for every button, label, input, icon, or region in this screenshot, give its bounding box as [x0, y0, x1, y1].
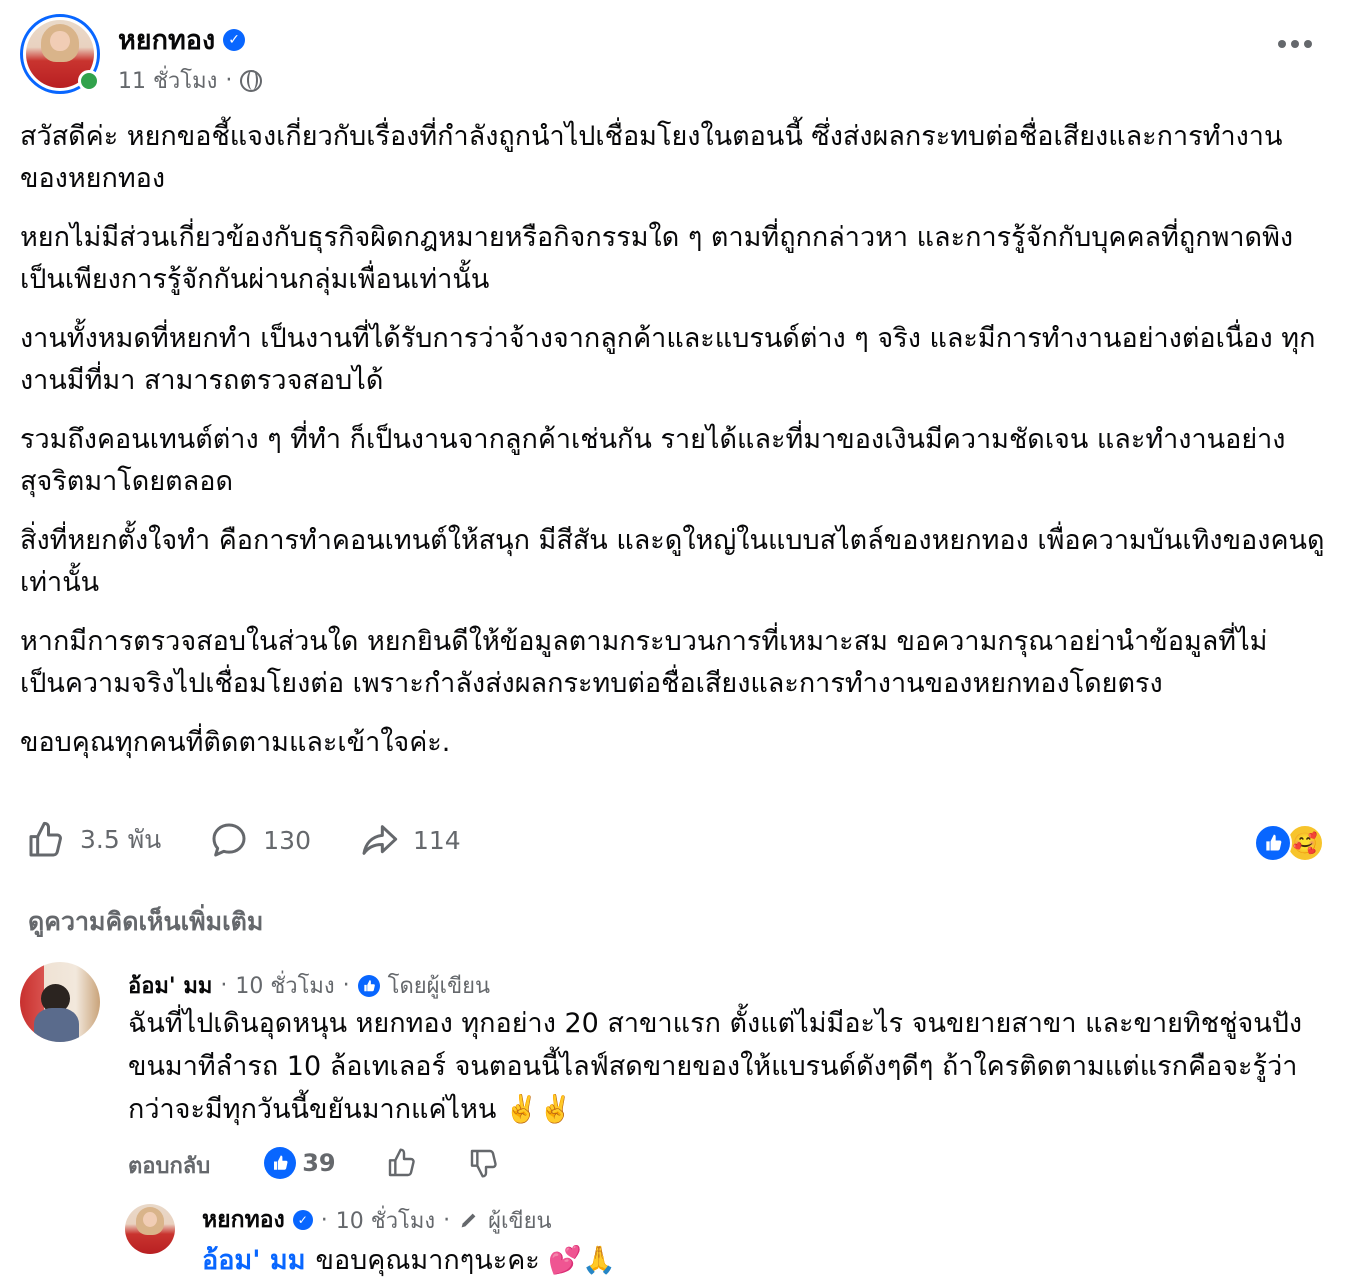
thumbs-up-icon — [29, 821, 62, 857]
share-count: 114 — [413, 825, 461, 855]
like-button[interactable]: 3.5 พัน — [26, 820, 161, 860]
comment-time[interactable]: 10 ชั่วโมง — [235, 968, 334, 1003]
comment-like-number: 39 — [302, 1148, 336, 1177]
reply-button[interactable]: ตอบกลับ — [128, 1142, 210, 1183]
meta-separator: · — [443, 1207, 451, 1233]
reply-author-name[interactable]: หยกทอง — [202, 1202, 285, 1238]
post-paragraph: สวัสดีค่ะ หยกขอชี้แจงเกี่ยวกับเรื่องที่ก… — [20, 121, 1283, 194]
meta-separator: · — [342, 973, 350, 998]
verified-badge-icon: ✓ — [292, 1210, 313, 1230]
comment-count: 130 — [263, 825, 311, 855]
post-paragraph: สิ่งที่หยกตั้งใจทำ คือการทำคอนเทนต์ให้สน… — [20, 525, 1325, 598]
author-badge-label: ผู้เขียน — [488, 1208, 552, 1234]
post-action-bar: 3.5 พัน 130 114 — [26, 820, 461, 860]
comment-actions: ตอบกลับ 39 — [128, 1142, 500, 1183]
comment-text: ฉันที่ไปเดินอุดหนุน หยกทอง ทุกอย่าง 20 ส… — [128, 1008, 1303, 1125]
more-options-button[interactable] — [1278, 40, 1312, 48]
verified-badge-icon: ✓ — [223, 28, 246, 51]
reply-time[interactable]: 10 ชั่วโมง — [336, 1203, 435, 1238]
dot-icon — [1291, 40, 1299, 48]
post-time[interactable]: 11 ชั่วโมง — [118, 63, 217, 98]
view-more-comments-link[interactable]: ดูความคิดเห็นเพิ่มเติม — [28, 902, 263, 942]
post-paragraph: ขอบคุณทุกคนที่ติดตามและเข้าใจค่ะ. — [20, 727, 451, 758]
post-paragraph: หยกไม่มีส่วนเกี่ยวข้องกับธุรกิจผิดกฎหมาย… — [20, 222, 1294, 295]
post-author-name[interactable]: หยกทอง — [118, 18, 215, 61]
meta-separator: · — [220, 973, 228, 998]
post-author-row: หยกทอง ✓ — [118, 18, 246, 61]
reply-text: อ้อม' มม ขอบคุณมากๆนะคะ 💕🙏 — [202, 1238, 616, 1281]
comment-bubble-icon — [212, 823, 246, 857]
post-paragraph: งานทั้งหมดที่หยกทำ เป็นงานที่ได้รับการว่… — [20, 323, 1316, 396]
commenter-avatar-image — [20, 962, 100, 1042]
thumbs-down-icon[interactable] — [468, 1147, 500, 1179]
comment-button[interactable]: 130 — [209, 820, 311, 860]
post-text: สวัสดีค่ะ หยกขอชี้แจงเกี่ยวกับเรื่องที่ก… — [20, 116, 1330, 781]
comment-like-count[interactable]: 39 — [264, 1146, 336, 1179]
post-paragraph: หากมีการตรวจสอบในส่วนใด หยกยินดีให้ข้อมู… — [20, 626, 1268, 699]
meta-separator: · — [320, 1207, 328, 1233]
comment-header: อ้อม' มม · 10 ชั่วโมง · โดยผู้เขียน — [128, 968, 490, 1003]
pencil-icon — [461, 1213, 476, 1228]
online-status-indicator — [78, 70, 100, 92]
reply-author-avatar[interactable] — [125, 1204, 175, 1254]
share-arrow-icon — [362, 825, 398, 855]
dot-icon — [1278, 40, 1286, 48]
reply-header: หยกทอง ✓ · 10 ชั่วโมง · ผู้เขียน — [202, 1202, 552, 1238]
post-paragraph: รวมถึงคอนเทนต์ต่าง ๆ ที่ทำ ก็เป็นงานจากล… — [20, 424, 1286, 497]
like-reaction-icon — [1254, 824, 1292, 862]
reaction-summary[interactable]: 🥰 — [1254, 824, 1324, 862]
commenter-name[interactable]: อ้อม' มม — [128, 968, 212, 1003]
reply-author-avatar-image — [125, 1204, 175, 1254]
liked-by-author-icon — [357, 974, 380, 997]
public-globe-icon — [240, 69, 263, 92]
like-count: 3.5 พัน — [80, 825, 162, 854]
mention-link[interactable]: อ้อม' มม — [202, 1238, 306, 1281]
reply-message: ขอบคุณมากๆนะคะ 💕🙏 — [315, 1245, 616, 1276]
post-meta: 11 ชั่วโมง · — [118, 63, 263, 98]
commenter-avatar[interactable] — [20, 962, 100, 1042]
thumbs-up-icon[interactable] — [386, 1147, 418, 1179]
dot-icon — [1304, 40, 1312, 48]
like-reaction-icon — [264, 1146, 297, 1179]
share-button[interactable]: 114 — [359, 820, 461, 860]
meta-separator: · — [225, 68, 233, 93]
liked-by-author-label: โดยผู้เขียน — [387, 974, 491, 999]
